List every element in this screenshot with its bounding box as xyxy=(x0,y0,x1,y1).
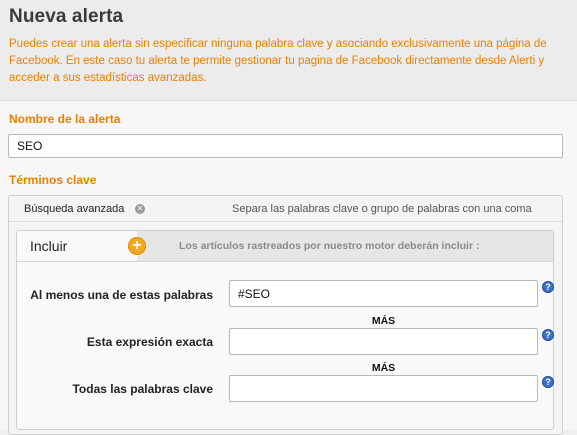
alert-name-label: Nombre de la alerta xyxy=(9,112,121,126)
all-words-input[interactable] xyxy=(229,375,538,402)
help-icon[interactable]: ? xyxy=(542,329,554,341)
plus-icon[interactable]: + xyxy=(128,237,146,255)
exact-phrase-input[interactable] xyxy=(229,328,538,355)
all-words-label: Todas las palabras clave xyxy=(72,382,213,396)
include-header: Incluir + Los artículos rastreados por n… xyxy=(17,231,553,262)
include-title: Incluir xyxy=(30,238,68,254)
keywords-hint: Separa las palabras clave o grupo de pal… xyxy=(232,203,532,215)
advanced-search-label[interactable]: Búsqueda avanzada xyxy=(24,203,124,215)
header: Nueva alerta Puedes crear una alerta sin… xyxy=(0,0,577,101)
alert-name-input[interactable] xyxy=(8,134,563,158)
separator-more: MÁS xyxy=(371,315,396,327)
help-icon[interactable]: ? xyxy=(542,376,554,388)
separator-more: MÁS xyxy=(371,362,396,374)
include-description: Los artículos rastreados por nuestro mot… xyxy=(179,240,480,252)
advanced-search-row: Búsqueda avanzada ✕ Separa las palabras … xyxy=(9,196,562,222)
keywords-label: Términos clave xyxy=(9,173,97,187)
keywords-box: Búsqueda avanzada ✕ Separa las palabras … xyxy=(8,195,563,435)
any-words-input[interactable] xyxy=(229,280,538,307)
any-words-label: Al menos una de estas palabras xyxy=(30,288,213,302)
include-panel: Incluir + Los artículos rastreados por n… xyxy=(16,230,554,430)
exact-phrase-label: Esta expresión exacta xyxy=(86,335,213,349)
close-icon[interactable]: ✕ xyxy=(135,204,145,214)
intro-text: Puedes crear una alerta sin especificar … xyxy=(9,38,547,84)
page-title: Nueva alerta xyxy=(9,6,124,27)
help-icon[interactable]: ? xyxy=(542,281,554,293)
